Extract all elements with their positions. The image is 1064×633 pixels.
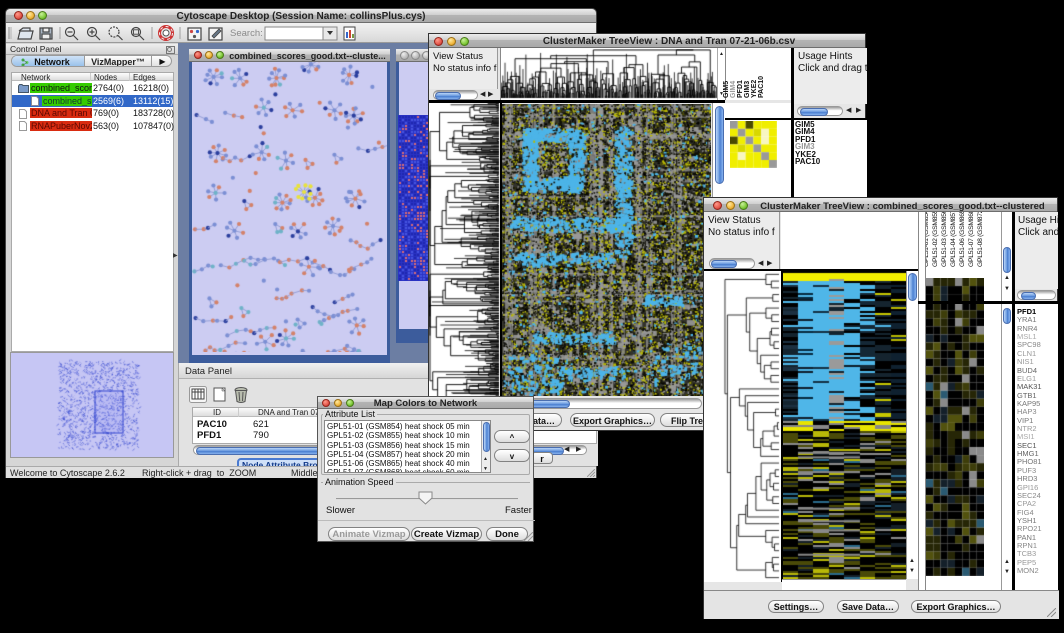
svg-text:Search:: Search: [230, 28, 263, 39]
